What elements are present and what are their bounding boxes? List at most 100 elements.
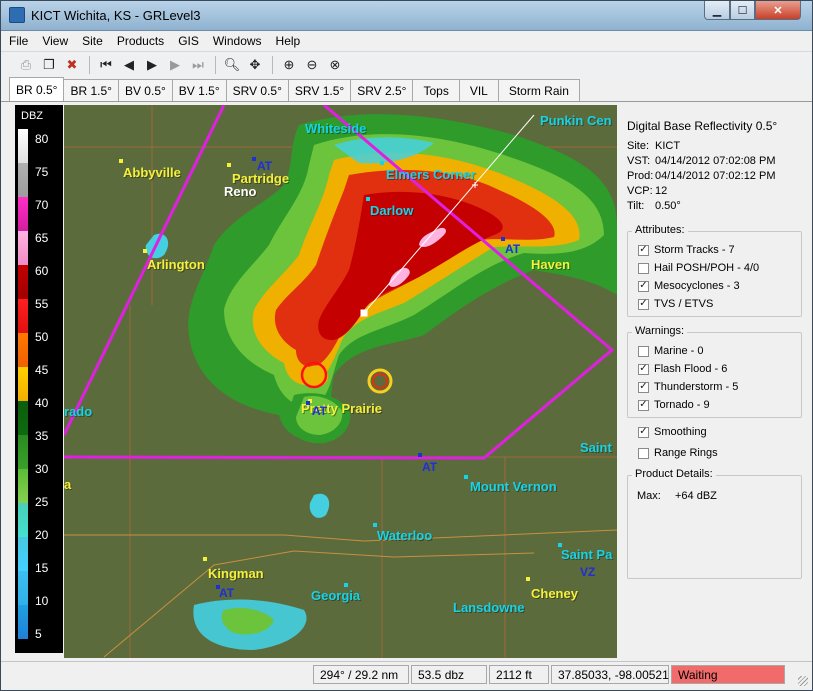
first-frame-button[interactable]: ⏮ bbox=[95, 55, 117, 75]
maximize-button[interactable]: ☐ bbox=[730, 1, 755, 20]
toolbar-separator bbox=[272, 55, 273, 74]
zoom-reset-button[interactable]: ⊗ bbox=[324, 55, 346, 75]
attributes-group: Attributes: ✓ Storm Tracks - 7 Hail POSH/… bbox=[627, 224, 802, 317]
city-dot bbox=[119, 159, 123, 163]
minimize-button[interactable]: ▁ bbox=[704, 1, 730, 20]
legend-tick: 10 bbox=[35, 594, 49, 608]
city-label: Whiteside bbox=[305, 121, 367, 136]
product-details-title: Product Details: bbox=[632, 468, 716, 480]
station-dot bbox=[501, 237, 505, 241]
menu-gis[interactable]: GIS bbox=[178, 34, 199, 48]
status-height: 2112 ft bbox=[489, 665, 549, 684]
zoom-reset-icon: ⊗ bbox=[329, 56, 341, 72]
max-row: Max: +64 dBZ bbox=[637, 490, 717, 502]
tab-srv-1-5[interactable]: SRV 1.5° bbox=[287, 79, 352, 101]
city-label: Mount Vernon bbox=[470, 479, 557, 494]
checkbox-tornado[interactable]: ✓ Tornado - 9 bbox=[638, 399, 710, 411]
remove-button[interactable]: ✖ bbox=[61, 55, 83, 75]
station-dot bbox=[306, 401, 310, 405]
city-dot bbox=[344, 583, 348, 587]
tab-vil[interactable]: VIL bbox=[458, 79, 499, 101]
legend-tick: 55 bbox=[35, 297, 49, 311]
tab-bv-1-5[interactable]: BV 1.5° bbox=[171, 79, 227, 101]
attributes-title: Attributes: bbox=[632, 224, 688, 236]
status-value: 53.5 dbz bbox=[411, 665, 487, 684]
menu-site[interactable]: Site bbox=[82, 34, 103, 48]
close-button[interactable]: ✕ bbox=[755, 1, 801, 20]
city-dot bbox=[366, 197, 370, 201]
checkbox-thunderstorm[interactable]: ✓ Thunderstorm - 5 bbox=[638, 381, 738, 393]
station-marker[interactable]: AT bbox=[422, 460, 437, 474]
print-button[interactable]: ⎙ bbox=[15, 55, 37, 75]
legend-tick: 5 bbox=[35, 627, 42, 641]
city-label: rado bbox=[64, 404, 93, 419]
title-bar[interactable]: KICT Wichita, KS - GRLevel3 ▁ ☐ ✕ bbox=[1, 1, 812, 31]
tab-br-0-5[interactable]: BR 0.5° bbox=[9, 77, 65, 101]
legend-tick: 60 bbox=[35, 264, 49, 278]
app-window: KICT Wichita, KS - GRLevel3 ▁ ☐ ✕ File V… bbox=[0, 0, 813, 691]
radar-map[interactable]: Whiteside Punkin Cen Abbyville Partridge… bbox=[64, 105, 617, 658]
checkbox-range-rings[interactable]: Range Rings bbox=[638, 447, 718, 459]
city-label: Arlington bbox=[147, 257, 205, 272]
tab-br-1-5[interactable]: BR 1.5° bbox=[63, 79, 119, 101]
checkbox-storm-tracks[interactable]: ✓ Storm Tracks - 7 bbox=[638, 244, 735, 256]
checkbox-marine[interactable]: Marine - 0 bbox=[638, 345, 704, 357]
city-dot bbox=[143, 249, 147, 253]
play-button[interactable]: ▶ bbox=[141, 55, 163, 75]
tab-tops[interactable]: Tops bbox=[412, 79, 460, 101]
station-marker[interactable]: AT bbox=[257, 159, 272, 173]
legend-tick: 65 bbox=[35, 231, 49, 245]
checkbox-smoothing[interactable]: ✓ Smoothing bbox=[638, 426, 707, 438]
print-icon: ⎙ bbox=[20, 56, 32, 72]
previous-frame-button[interactable]: ◀ bbox=[118, 55, 140, 75]
legend-tick: 50 bbox=[35, 330, 49, 344]
station-marker[interactable]: AT bbox=[505, 242, 520, 256]
tab-storm-rain[interactable]: Storm Rain bbox=[497, 79, 580, 101]
menu-products[interactable]: Products bbox=[117, 34, 164, 48]
menu-view[interactable]: View bbox=[42, 34, 68, 48]
city-label: Saint Pa bbox=[561, 547, 613, 562]
legend-tick: 40 bbox=[35, 396, 49, 410]
magnifier-icon: 🔍︎ bbox=[223, 56, 241, 72]
next-frame-button[interactable]: ▶ bbox=[164, 55, 186, 75]
zoom-in-button[interactable]: ⊕ bbox=[278, 55, 300, 75]
prod-row: Prod: 04/14/2012 07:02:12 PM bbox=[627, 170, 776, 182]
product-info-panel: Digital Base Reflectivity 0.5° Site: KICT… bbox=[618, 105, 812, 658]
checkbox-mesocyclones[interactable]: ✓ Mesocyclones - 3 bbox=[638, 280, 740, 292]
legend-tick: 70 bbox=[35, 198, 49, 212]
station-marker[interactable]: VZ bbox=[580, 565, 595, 579]
status-bar: 294° / 29.2 nm 53.5 dbz 2112 ft 37.85033… bbox=[1, 661, 812, 690]
checkbox-hail[interactable]: Hail POSH/POH - 4/0 bbox=[638, 262, 759, 274]
zoom-button[interactable]: 🔍︎ bbox=[221, 55, 243, 75]
station-marker[interactable]: AT bbox=[219, 586, 234, 600]
city-label: Lansdowne bbox=[453, 600, 525, 615]
legend-tick: 80 bbox=[35, 132, 49, 146]
checkbox-flash-flood[interactable]: ✓ Flash Flood - 6 bbox=[638, 363, 727, 375]
tab-srv-0-5[interactable]: SRV 0.5° bbox=[225, 79, 289, 101]
city-dot bbox=[227, 163, 231, 167]
menu-file[interactable]: File bbox=[9, 34, 28, 48]
toolbar: ⎙ ❐ ✖ ⏮ ◀ ▶ ▶ ⏭ 🔍︎ ✥ ⊕ ⊖ ⊗ bbox=[1, 51, 812, 77]
tab-bv-0-5[interactable]: BV 0.5° bbox=[117, 79, 173, 101]
copy-button[interactable]: ❐ bbox=[38, 55, 60, 75]
checkbox-tvs[interactable]: ✓ TVS / ETVS bbox=[638, 298, 713, 310]
city-label: Waterloo bbox=[377, 528, 433, 543]
menu-help[interactable]: Help bbox=[276, 34, 301, 48]
tab-srv-2-5[interactable]: SRV 2.5° bbox=[350, 79, 414, 101]
zoom-out-button[interactable]: ⊖ bbox=[301, 55, 323, 75]
last-frame-button[interactable]: ⏭ bbox=[187, 55, 209, 75]
legend-unit: DBZ bbox=[21, 110, 43, 122]
status-state: Waiting bbox=[671, 665, 785, 684]
product-name: Digital Base Reflectivity 0.5° bbox=[627, 119, 778, 133]
checkbox-icon bbox=[638, 447, 649, 459]
status-coords: 37.85033, -98.00521 bbox=[551, 665, 669, 684]
warnings-group: Warnings: Marine - 0 ✓ Flash Flood - 6 ✓ T… bbox=[627, 325, 802, 418]
menu-windows[interactable]: Windows bbox=[213, 34, 262, 48]
station-marker[interactable]: AT bbox=[312, 404, 327, 418]
pan-button[interactable]: ✥ bbox=[244, 55, 266, 75]
resize-grip-icon[interactable] bbox=[798, 676, 808, 686]
checkbox-icon: ✓ bbox=[638, 399, 649, 411]
city-label: Elmers Corner bbox=[386, 167, 476, 182]
city-dot bbox=[464, 475, 468, 479]
city-label: Kingman bbox=[208, 566, 264, 581]
